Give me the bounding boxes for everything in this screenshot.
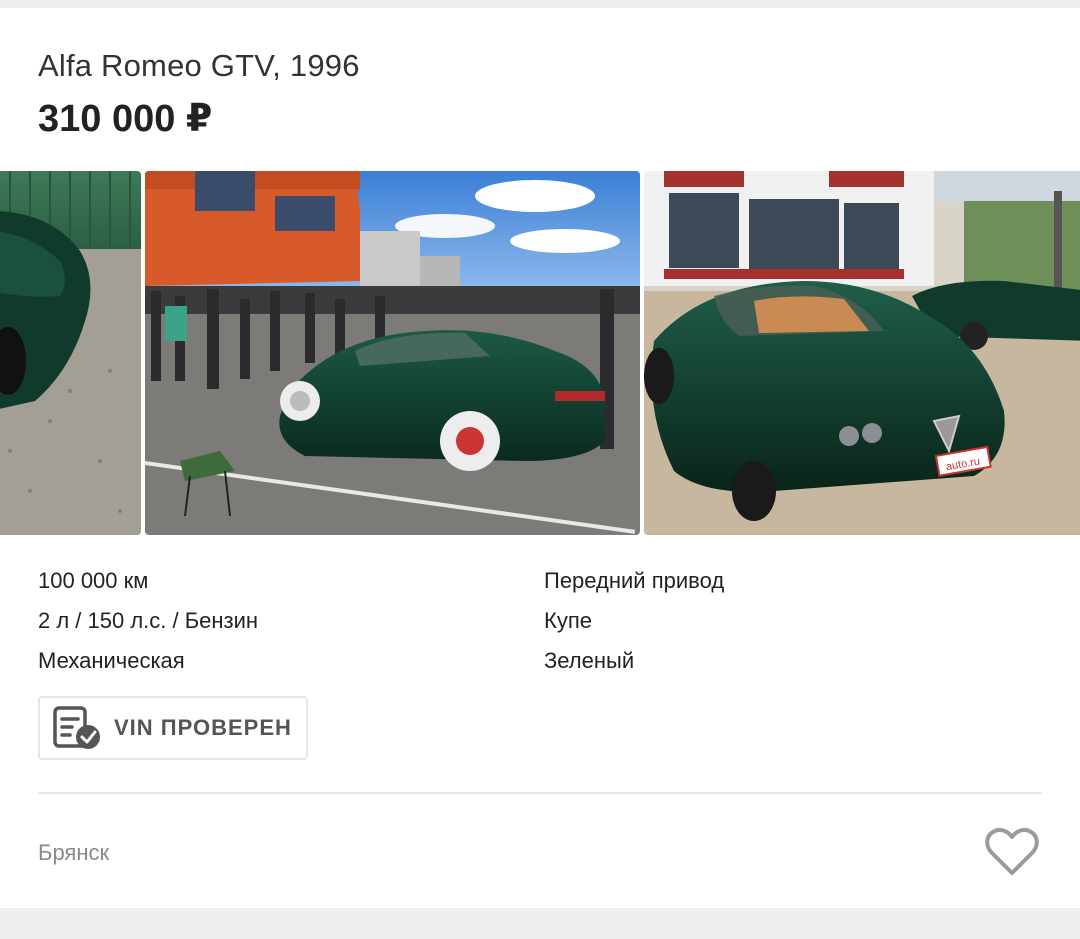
spec-drive: Передний привод <box>544 568 725 593</box>
location-city: Брянск <box>38 840 110 865</box>
divider <box>38 792 1042 794</box>
car-photo-front[interactable]: auto.ru <box>644 171 1080 535</box>
document-check-icon <box>53 706 100 749</box>
spec-mileage: 100 000 км <box>38 568 149 593</box>
car-photo-rear-left[interactable] <box>0 171 141 535</box>
spec-engine: 2 л / 150 л.с. / Бензин <box>38 608 259 633</box>
listing-price: 310 000 ₽ <box>38 98 213 140</box>
car-photo-parking-meet[interactable] <box>145 171 640 535</box>
spec-color: Зеленый <box>544 648 635 673</box>
listing-card[interactable]: Alfa Romeo GTV, 1996 310 000 ₽ auto.ru 1… <box>0 8 1080 908</box>
spec-body: Купе <box>544 608 592 633</box>
spec-transmission: Механическая <box>38 648 185 673</box>
photo-gallery[interactable]: auto.ru <box>0 171 1080 535</box>
heart-outline-icon[interactable] <box>984 826 1040 878</box>
listing-title: Alfa Romeo GTV, 1996 <box>38 48 360 83</box>
vin-checked-label: VIN ПРОВЕРЕН <box>114 715 292 740</box>
vin-checked-badge[interactable]: VIN ПРОВЕРЕН <box>38 696 308 760</box>
